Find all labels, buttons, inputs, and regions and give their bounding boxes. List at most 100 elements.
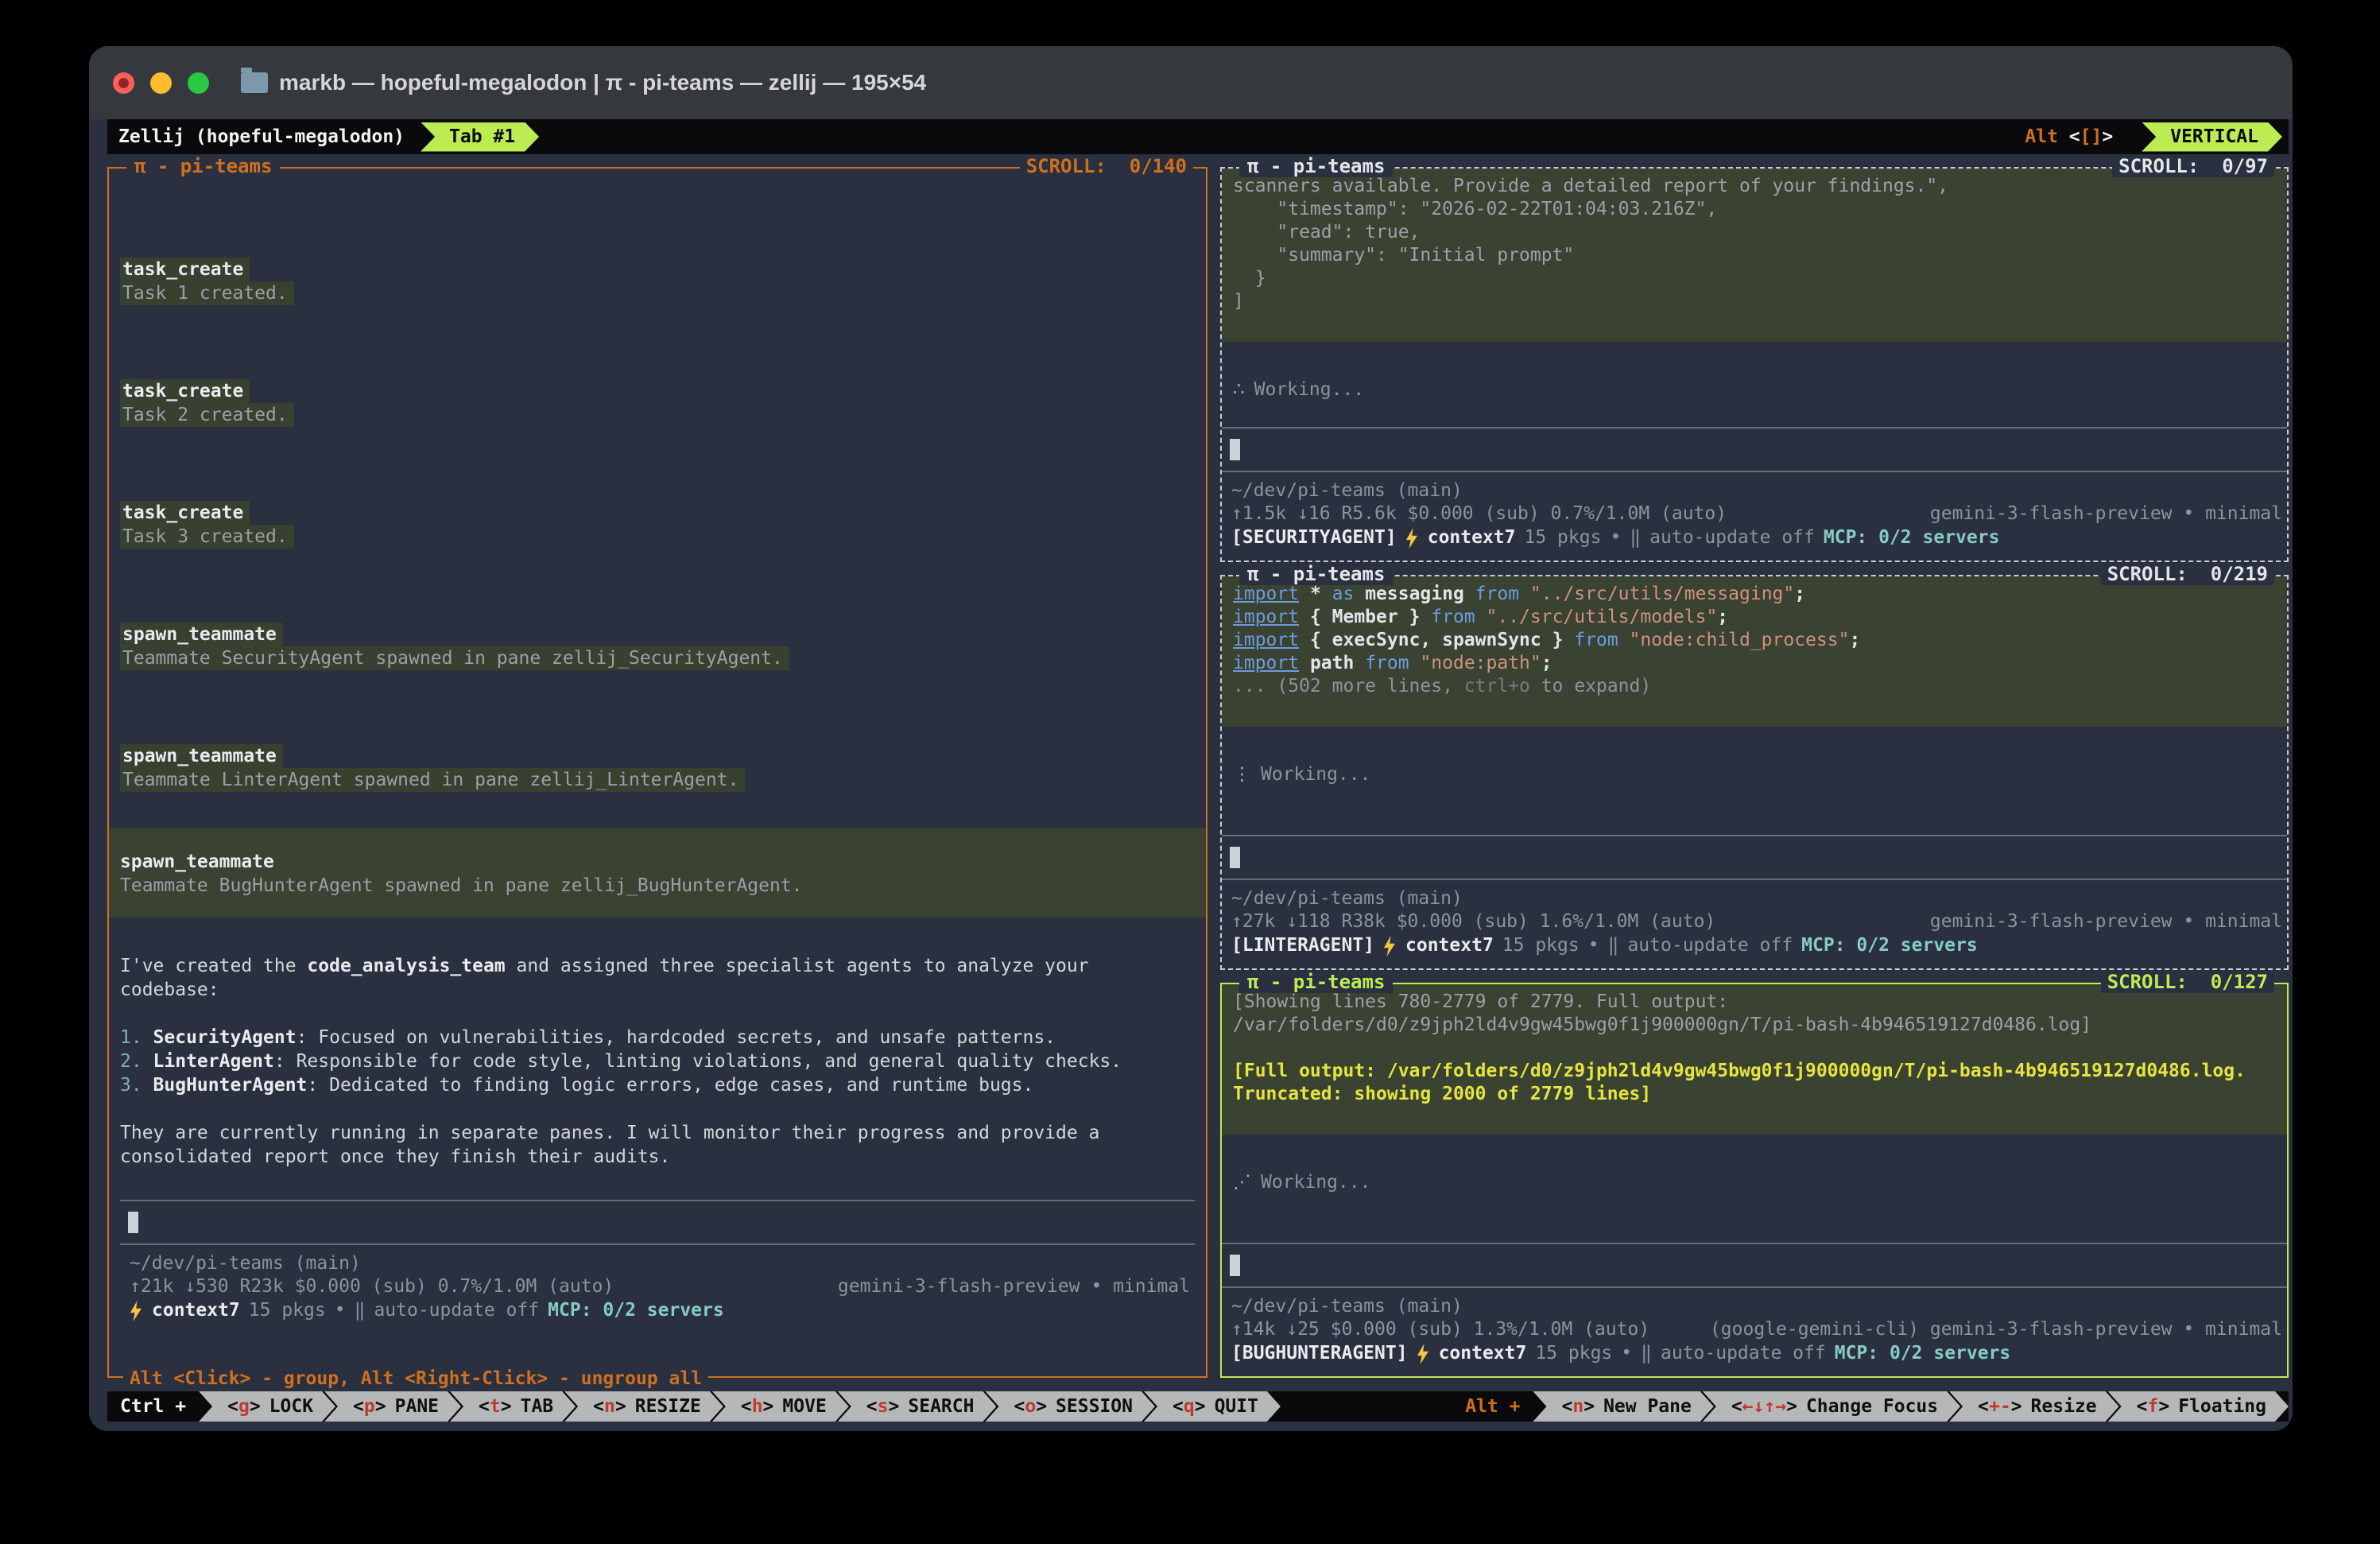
pane-body: import * as messaging from "../src/utils… xyxy=(1222,576,2287,968)
pane-security-agent[interactable]: π - pi-teams SCROLL: 0/97 scanners avail… xyxy=(1220,167,2289,562)
keybind-quit[interactable]: <q>QUIT xyxy=(1144,1391,1281,1422)
scroll-indicator: SCROLL: 0/140 xyxy=(1020,155,1193,177)
output-line: /var/folders/d0/z9jph2ld4v9gw45bwg0f1j90… xyxy=(1222,1014,2287,1037)
working-label: Working... xyxy=(1261,763,1370,786)
pane-body: scanners available. Provide a detailed r… xyxy=(1222,169,2287,561)
tool-call-entry: spawn_teammate Teammate SecurityAgent sp… xyxy=(120,623,1195,670)
keybinding-bar: Ctrl + <g>LOCK <p>PANE <t>TAB <n>RESIZE … xyxy=(107,1391,2289,1422)
tab-1[interactable]: Tab #1 xyxy=(421,122,539,152)
pane-bughunter-agent[interactable]: π - pi-teams SCROLL: 0/127 [Showing line… xyxy=(1220,983,2289,1378)
mcp-status: MCP: 0/2 servers xyxy=(1824,526,2000,549)
token-stats: ↑14k ↓25 $0.000 (sub) 1.3%/1.0M (auto) xyxy=(1231,1318,1649,1341)
message-text: codebase: xyxy=(120,978,1195,1002)
extension-name: context7 xyxy=(1405,934,1494,957)
pane-title: π - pi-teams xyxy=(1239,155,1393,177)
keybind-search[interactable]: <s>SEARCH xyxy=(838,1391,997,1422)
keybind-session[interactable]: <o>SESSION xyxy=(985,1391,1155,1422)
output-line: ] xyxy=(1222,290,2287,313)
tool-call-entry: task_create Task 3 created. xyxy=(120,501,1195,549)
packages-count: 15 pkgs xyxy=(1502,934,1580,957)
tool-call-entry: task_create Task 1 created. xyxy=(120,258,1195,305)
code-line: import * as messaging from "../src/utils… xyxy=(1222,583,2287,606)
tool-result: Task 2 created. xyxy=(120,403,294,427)
tool-name: spawn_teammate xyxy=(120,744,283,768)
agent-description: : Responsible for code style, linting vi… xyxy=(274,1051,1122,1072)
pane-orchestrator[interactable]: π - pi-teams SCROLL: 0/140 Alt <Click> -… xyxy=(107,167,1207,1378)
text-cursor xyxy=(1230,847,1240,868)
list-number: 1. xyxy=(120,1027,153,1048)
message-text: They are currently running in separate p… xyxy=(120,1121,1195,1145)
working-status: ⋰Working... xyxy=(1233,1171,2287,1194)
list-number: 3. xyxy=(120,1075,153,1096)
model-label: gemini-3-flash-preview • minimal xyxy=(1930,502,2282,526)
agent-badge: [BUGHUNTERAGENT] xyxy=(1231,1342,1408,1365)
team-name: code_analysis_team xyxy=(307,956,505,976)
cwd-label: ~/dev/pi-teams (main) xyxy=(1231,1295,2282,1318)
alt-bracket-hint: Alt <[]> xyxy=(2025,126,2113,147)
autoupdate-status: auto-update off xyxy=(1661,1342,1826,1365)
zellij-tab-bar: Zellij (hopeful-megalodon) Tab #1 Alt <[… xyxy=(107,119,2289,154)
ctrl-modifier-label: Ctrl + xyxy=(107,1391,210,1422)
pause-icon: ‖ xyxy=(1641,1342,1652,1365)
text-cursor xyxy=(128,1212,138,1233)
packages-count: 15 pkgs xyxy=(249,1299,326,1322)
tool-result: Task 3 created. xyxy=(120,525,294,549)
tool-call-entry: task_create Task 2 created. xyxy=(120,379,1195,427)
close-button[interactable] xyxy=(113,72,134,94)
tool-output-block: [Showing lines 780-2779 of 2779. Full ou… xyxy=(1222,984,2287,1135)
bullet-separator: • xyxy=(335,1299,346,1322)
prompt-input[interactable] xyxy=(1222,1243,2287,1288)
agent-name: LinterAgent xyxy=(153,1051,274,1072)
code-line: import { execSync, spawnSync } from "nod… xyxy=(1222,629,2287,652)
lightning-icon xyxy=(130,1301,143,1321)
code-line: import { Member } from "../src/utils/mod… xyxy=(1222,606,2287,629)
autoupdate-status: auto-update off xyxy=(1627,934,1793,957)
spinner-icon: ∴ xyxy=(1233,378,1245,402)
pane-body: task_create Task 1 created. task_create … xyxy=(109,169,1206,1376)
right-pane-column: π - pi-teams SCROLL: 0/97 scanners avail… xyxy=(1220,167,2289,1378)
prompt-input[interactable] xyxy=(120,1200,1195,1245)
agent-badge: [LINTERAGENT] xyxy=(1231,934,1374,957)
pane-grid: π - pi-teams SCROLL: 0/140 Alt <Click> -… xyxy=(107,167,2289,1378)
model-label: (google-gemini-cli) gemini-3-flash-previ… xyxy=(1710,1318,2282,1341)
message-text: consolidated report once they finish the… xyxy=(120,1145,1195,1169)
keybind-resize[interactable]: <n>RESIZE xyxy=(564,1391,723,1422)
agent-description: : Dedicated to finding logic errors, edg… xyxy=(307,1075,1033,1096)
pane-linter-agent[interactable]: π - pi-teams SCROLL: 0/219 import * as m… xyxy=(1220,575,2289,970)
list-number: 2. xyxy=(120,1051,153,1072)
bullet-separator: • xyxy=(1610,526,1621,549)
keybind-floating[interactable]: <f>Floating xyxy=(2108,1391,2289,1422)
message-text: and assigned three specialist agents to … xyxy=(506,956,1089,976)
keybind-pane[interactable]: <p>PANE xyxy=(324,1391,461,1422)
pane-footer: ~/dev/pi-teams (main) ↑27k ↓118 R38k $0.… xyxy=(1222,880,2287,960)
keybind-move[interactable]: <h>MOVE xyxy=(712,1391,849,1422)
keybind-tab[interactable]: <t>TAB xyxy=(450,1391,576,1422)
keybind-resize-alt[interactable]: <+->Resize xyxy=(1949,1391,2119,1422)
pane-body: [Showing lines 780-2779 of 2779. Full ou… xyxy=(1222,984,2287,1376)
lightning-icon xyxy=(1383,936,1397,956)
output-line-highlight: [Full output: /var/folders/d0/z9jph2ld4v… xyxy=(1222,1060,2287,1083)
prompt-input[interactable] xyxy=(1222,427,2287,472)
mode-indicator-vertical: VERTICAL xyxy=(2142,122,2282,152)
terminal-content: Zellij (hopeful-megalodon) Tab #1 Alt <[… xyxy=(89,119,2293,1431)
text-cursor xyxy=(1230,439,1240,460)
keybind-change-focus[interactable]: <←↓↑→>Change Focus xyxy=(1703,1391,1960,1422)
zoom-button[interactable] xyxy=(188,72,209,94)
cwd-label: ~/dev/pi-teams (main) xyxy=(1231,479,2282,502)
extension-name: context7 xyxy=(1439,1342,1527,1365)
spinner-icon: ⋮ xyxy=(1233,763,1251,786)
group-hint: Alt <Click> - group, Alt <Right-Click> -… xyxy=(123,1368,708,1389)
token-stats: ↑27k ↓118 R38k $0.000 (sub) 1.6%/1.0M (a… xyxy=(1231,910,1715,933)
prompt-input[interactable] xyxy=(1222,835,2287,880)
tool-result: Teammate SecurityAgent spawned in pane z… xyxy=(120,646,789,670)
agent-name: BugHunterAgent xyxy=(153,1075,308,1096)
keybind-new-pane[interactable]: <n>New Pane xyxy=(1533,1391,1713,1422)
scroll-indicator: SCROLL: 0/97 xyxy=(2112,155,2274,177)
output-line-highlight: Truncated: showing 2000 of 2779 lines] xyxy=(1222,1083,2287,1106)
packages-count: 15 pkgs xyxy=(1535,1342,1612,1365)
keybind-lock[interactable]: <g>LOCK xyxy=(199,1391,335,1422)
working-label: Working... xyxy=(1261,1171,1370,1194)
minimize-button[interactable] xyxy=(150,72,172,94)
tool-result: Teammate LinterAgent spawned in pane zel… xyxy=(120,768,745,792)
mcp-status: MCP: 0/2 servers xyxy=(1801,934,1978,957)
